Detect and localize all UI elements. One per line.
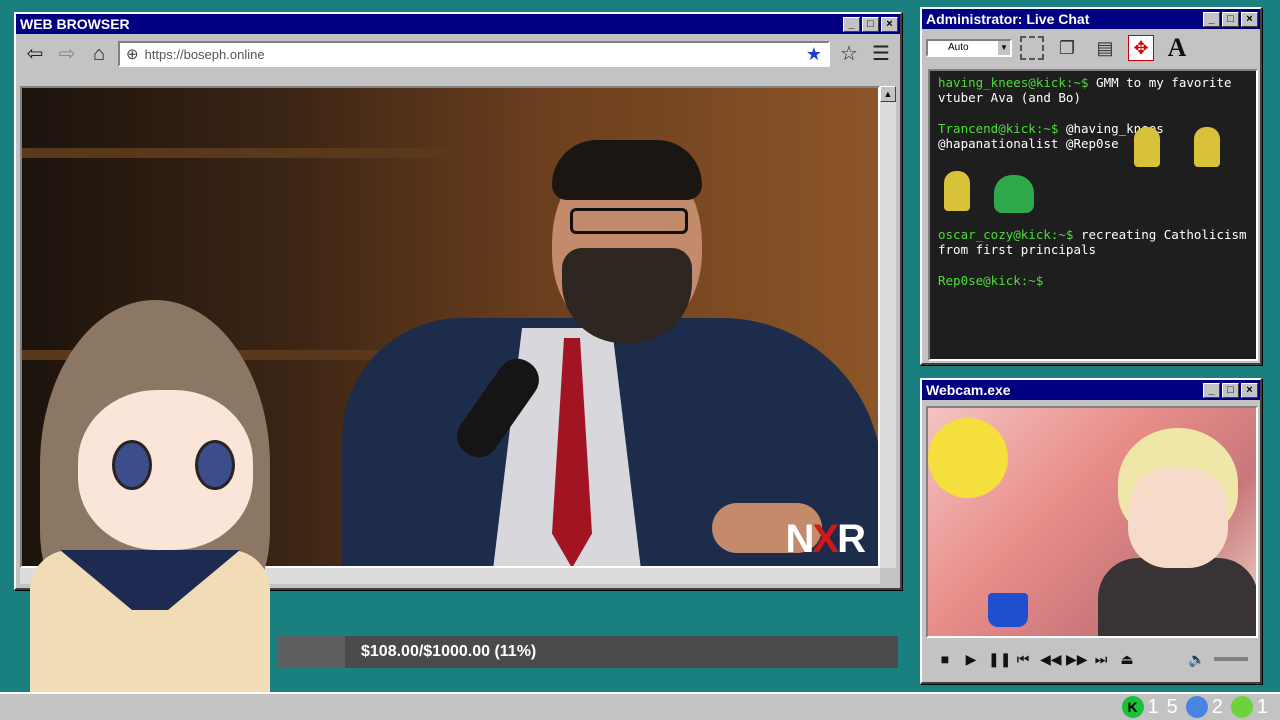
kick-count: 1 <box>1147 695 1159 718</box>
chat-username: oscar_cozy@kick:~$ <box>938 227 1074 242</box>
url-text: https://boseph.online <box>144 46 265 62</box>
fast-forward-icon[interactable]: ▶▶ <box>1066 651 1088 668</box>
tray-sleep[interactable]: 5 <box>1167 696 1178 719</box>
tray-moon[interactable]: 2 <box>1185 695 1223 719</box>
move-icon[interactable]: ✥ <box>1128 35 1154 61</box>
plush-toy <box>928 418 1008 498</box>
font-size-select[interactable]: Auto ▼ <box>926 39 1012 57</box>
emote-row <box>938 127 1248 221</box>
tray-play[interactable]: 1 <box>1230 695 1268 719</box>
browser-titlebar[interactable]: WEB BROWSER _ □ × <box>16 14 900 34</box>
person-glasses <box>570 208 688 234</box>
close-button[interactable]: × <box>881 16 898 32</box>
scroll-up-arrow-icon[interactable]: ▲ <box>880 86 896 102</box>
chat-messages[interactable]: having_knees@kick:~$ GMM to my favorite … <box>928 69 1258 361</box>
donation-goal-text: $108.00/$1000.00 (11%) <box>361 643 537 660</box>
tray-kick[interactable]: K 1 <box>1121 695 1159 719</box>
media-controls: ■ ▶ ❚❚ ⏮ ◀◀ ▶▶ ⏭ ⏏ 🔈 <box>926 644 1258 674</box>
chat-titlebar[interactable]: Administrator: Live Chat _ □ × <box>922 9 1260 29</box>
play-circle-icon <box>1230 696 1253 718</box>
skip-back-icon[interactable]: ⏮ <box>1014 651 1032 668</box>
paste-icon[interactable]: ▤ <box>1090 33 1120 63</box>
stop-icon[interactable]: ■ <box>936 651 954 667</box>
play-count: 1 <box>1256 695 1268 718</box>
avatar-eye <box>112 440 152 490</box>
globe-icon: ⊕ <box>126 46 139 63</box>
webcam-view <box>926 406 1258 638</box>
raincoat-emote-icon <box>944 171 970 211</box>
favorites-star-icon[interactable]: ☆ <box>836 41 862 67</box>
chat-username: having_knees@kick:~$ <box>938 75 1089 90</box>
vertical-scrollbar[interactable]: ▲ <box>880 86 896 568</box>
pause-icon[interactable]: ❚❚ <box>988 651 1011 668</box>
raincoat-emote-icon <box>1134 127 1160 167</box>
chat-username: Rep0se@kick:~$ <box>938 273 1044 288</box>
live-chat-window: Administrator: Live Chat _ □ × Auto ▼ ❐ … <box>920 7 1262 365</box>
select-rectangle-icon[interactable] <box>1020 36 1044 60</box>
person-hair <box>552 140 702 200</box>
moon-icon <box>1185 696 1208 718</box>
chat-username: Trancend@kick:~$ <box>938 121 1059 136</box>
font-icon[interactable]: A <box>1162 33 1192 63</box>
font-size-value: Auto <box>948 42 969 53</box>
raincoat-emote-icon <box>1194 127 1220 167</box>
volume-icon[interactable]: 🔈 <box>1188 651 1206 668</box>
avatar-eye <box>195 440 235 490</box>
address-bar[interactable]: ⊕ https://boseph.online ★ <box>118 41 830 67</box>
chat-message: having_knees@kick:~$ GMM to my favorite … <box>938 75 1248 105</box>
maximize-button[interactable]: □ <box>1222 382 1239 398</box>
chat-message: oscar_cozy@kick:~$ recreating Catholicis… <box>938 227 1248 257</box>
maximize-button[interactable]: □ <box>1222 11 1239 27</box>
rewind-icon[interactable]: ◀◀ <box>1040 651 1062 668</box>
sleep-count: 5 <box>1166 695 1178 718</box>
watermark-n: N <box>785 517 815 561</box>
forward-arrow-icon[interactable]: ⇨ <box>54 41 80 67</box>
chat-message: Rep0se@kick:~$ <box>938 273 1248 288</box>
minimize-button[interactable]: _ <box>1203 382 1220 398</box>
browser-navbar: ⇦ ⇨ ⌂ ⊕ https://boseph.online ★ ☆ ☰ <box>16 34 900 74</box>
webcam-titlebar[interactable]: Webcam.exe _ □ × <box>922 380 1260 400</box>
kick-icon: K <box>1121 696 1144 718</box>
webcam-window: Webcam.exe _ □ × ■ ▶ ❚❚ ⏮ ◀◀ ▶▶ ⏭ ⏏ 🔈 <box>920 378 1262 684</box>
maximize-button[interactable]: □ <box>862 16 879 32</box>
vtuber-avatar <box>0 300 300 720</box>
minimize-button[interactable]: _ <box>1203 11 1220 27</box>
home-icon[interactable]: ⌂ <box>86 41 112 67</box>
taskbar: K 1 5 2 1 <box>0 692 1280 720</box>
avatar-body <box>1098 558 1256 636</box>
minimize-button[interactable]: _ <box>843 16 860 32</box>
moon-count: 2 <box>1211 695 1223 718</box>
donation-goal-bar: $108.00/$1000.00 (11%) <box>278 636 898 668</box>
volume-slider[interactable] <box>1214 657 1248 661</box>
watermark-r: R <box>837 517 866 561</box>
close-button[interactable]: × <box>1241 11 1258 27</box>
shelf <box>22 148 462 158</box>
watermark-x: X <box>812 517 839 561</box>
mug <box>988 593 1028 627</box>
chevron-down-icon[interactable]: ▼ <box>998 41 1010 55</box>
close-button[interactable]: × <box>1241 382 1258 398</box>
browser-title: WEB BROWSER <box>20 16 130 32</box>
channel-watermark-logo: NXR <box>785 517 866 562</box>
menu-icon[interactable]: ☰ <box>868 41 894 67</box>
chat-toolbar: Auto ▼ ❐ ▤ ✥ A <box>922 29 1260 67</box>
skip-forward-icon[interactable]: ⏭ <box>1092 651 1110 668</box>
play-icon[interactable]: ▶ <box>962 651 980 668</box>
back-arrow-icon[interactable]: ⇦ <box>22 41 48 67</box>
frog-emote-icon <box>994 175 1034 213</box>
avatar-face <box>1128 468 1228 568</box>
donation-progress-fill <box>278 636 345 668</box>
copy-icon[interactable]: ❐ <box>1052 33 1082 63</box>
chat-title: Administrator: Live Chat <box>926 11 1090 27</box>
eject-icon[interactable]: ⏏ <box>1118 651 1136 668</box>
bookmark-star-icon[interactable]: ★ <box>806 44 822 65</box>
webcam-title: Webcam.exe <box>926 382 1011 398</box>
